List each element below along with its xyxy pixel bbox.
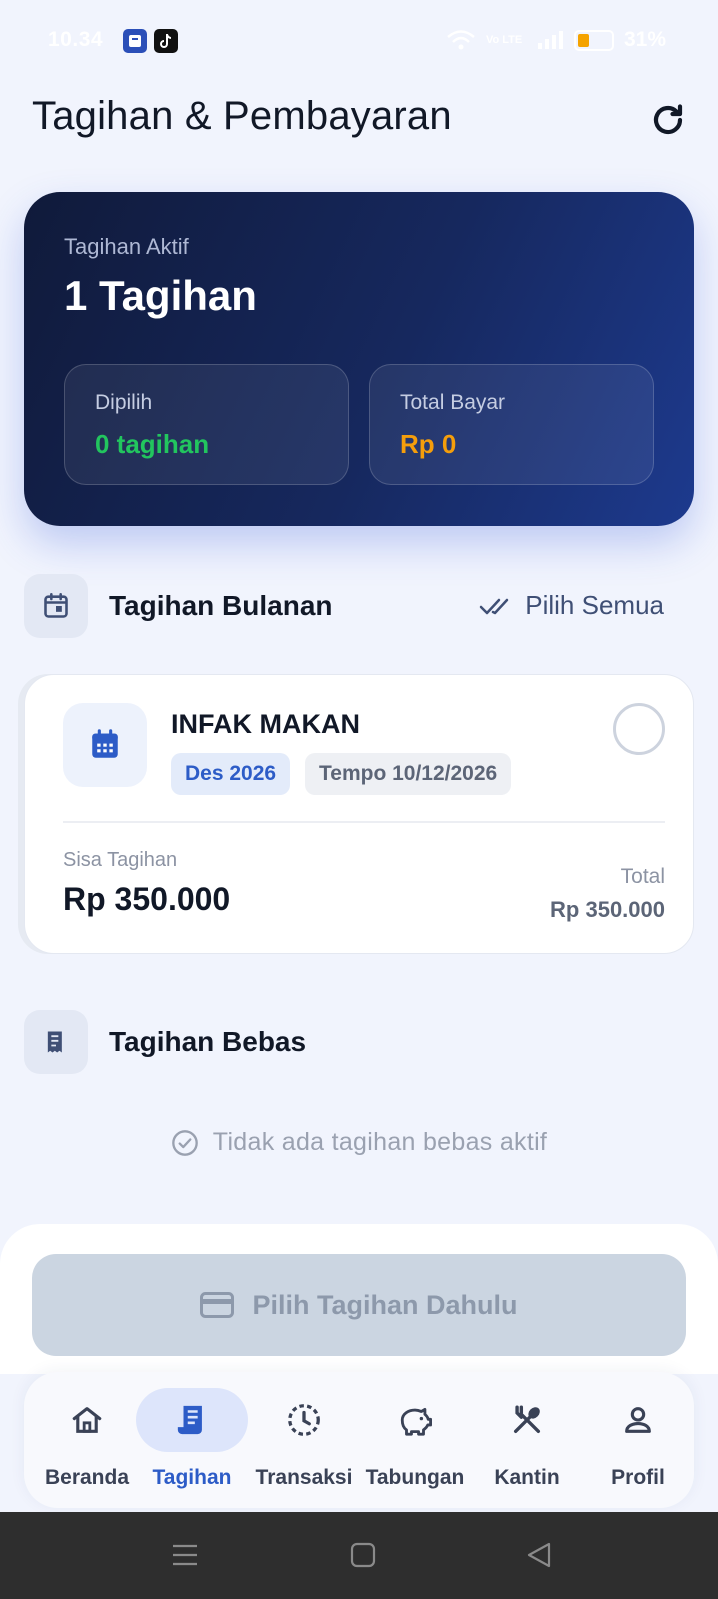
nav-item-transaksi[interactable]: Transaksi bbox=[248, 1372, 360, 1508]
nav-item-profil[interactable]: Profil bbox=[582, 1372, 694, 1508]
free-section-title: Tagihan Bebas bbox=[109, 1026, 307, 1057]
network-type: Vo LTE bbox=[485, 33, 523, 46]
bottom-nav: Beranda Tagihan Transaksi Tabungan Kanti… bbox=[24, 1372, 694, 1508]
bill-due-badge: Tempo 10/12/2026 bbox=[305, 753, 512, 795]
status-indicators: Vo LTE 31% bbox=[446, 28, 666, 52]
back-icon[interactable] bbox=[524, 1540, 554, 1570]
refresh-icon bbox=[653, 104, 683, 135]
select-all-label: Pilih Semua bbox=[525, 590, 664, 620]
wifi-icon bbox=[447, 30, 475, 50]
empty-message: Tidak ada tagihan bebas aktif bbox=[212, 1128, 548, 1156]
receipt-icon bbox=[24, 1010, 88, 1074]
remaining-value: Rp 350.000 bbox=[63, 881, 231, 917]
utensils-icon bbox=[513, 1405, 541, 1434]
school-app-icon bbox=[123, 29, 147, 53]
monthly-section-header: Tagihan Bulanan Pilih Semua bbox=[24, 574, 694, 638]
selected-value: 0 tagihan bbox=[95, 429, 210, 459]
selected-label: Dipilih bbox=[95, 391, 153, 414]
pay-button-label: Pilih Tagihan Dahulu bbox=[252, 1289, 518, 1320]
monthly-section-title: Tagihan Bulanan bbox=[109, 590, 333, 621]
history-icon bbox=[288, 1404, 320, 1436]
battery-percent: 31% bbox=[623, 28, 666, 51]
double-check-icon bbox=[480, 598, 509, 614]
total-pay-box: Total Bayar Rp 0 bbox=[369, 364, 654, 485]
total-pay-label: Total Bayar bbox=[400, 391, 506, 414]
bill-card[interactable]: INFAK MAKAN Des 2026 Tempo 10/12/2026 Si… bbox=[24, 674, 694, 954]
page-title: Tagihan & Pembayaran bbox=[32, 94, 452, 138]
remaining-label: Sisa Tagihan bbox=[63, 849, 178, 871]
active-bills-label: Tagihan Aktif bbox=[64, 234, 189, 259]
home-icon bbox=[72, 1407, 102, 1433]
total-pay-value: Rp 0 bbox=[400, 429, 457, 459]
status-bar: 10.34 Vo LTE 31% bbox=[0, 0, 718, 80]
calendar-icon bbox=[24, 574, 88, 638]
divider bbox=[63, 821, 665, 823]
empty-free-bills: Tidak ada tagihan bebas aktif bbox=[0, 1128, 718, 1157]
bill-name: INFAK MAKAN bbox=[171, 709, 360, 739]
select-all-button[interactable]: Pilih Semua bbox=[479, 590, 664, 621]
battery-icon bbox=[573, 29, 614, 51]
credit-card-icon bbox=[200, 1292, 235, 1318]
nav-item-kantin[interactable]: Kantin bbox=[471, 1372, 583, 1508]
status-time: 10.34 bbox=[48, 28, 104, 51]
nav-item-tabungan[interactable]: Tabungan bbox=[359, 1372, 471, 1508]
nav-label: Profil bbox=[611, 1466, 665, 1489]
system-nav-bar bbox=[0, 1512, 718, 1599]
summary-card: Tagihan Aktif 1 Tagihan Dipilih 0 tagiha… bbox=[24, 192, 694, 526]
piggy-bank-icon bbox=[400, 1407, 432, 1436]
pay-button[interactable]: Pilih Tagihan Dahulu bbox=[32, 1254, 686, 1356]
menu-icon[interactable] bbox=[170, 1540, 200, 1570]
pay-panel: Pilih Tagihan Dahulu bbox=[0, 1224, 718, 1374]
bill-total-value: Rp 350.000 bbox=[550, 897, 665, 922]
receipt-icon bbox=[177, 1405, 202, 1435]
bill-select-radio[interactable] bbox=[613, 703, 665, 755]
free-section-header: Tagihan Bebas bbox=[24, 1010, 694, 1074]
selected-box: Dipilih 0 tagihan bbox=[64, 364, 349, 485]
tiktok-icon bbox=[154, 29, 178, 53]
refresh-button[interactable] bbox=[648, 100, 688, 140]
user-icon bbox=[625, 1407, 651, 1433]
home-button-icon[interactable] bbox=[348, 1540, 378, 1570]
signal-icon bbox=[537, 31, 563, 49]
nav-item-tagihan[interactable]: Tagihan bbox=[136, 1372, 248, 1508]
check-circle-icon bbox=[171, 1129, 198, 1156]
active-bills-value: 1 Tagihan bbox=[64, 272, 257, 319]
calendar-icon bbox=[63, 703, 147, 787]
bill-total-label: Total bbox=[620, 865, 665, 888]
bill-month-badge: Des 2026 bbox=[171, 753, 291, 795]
